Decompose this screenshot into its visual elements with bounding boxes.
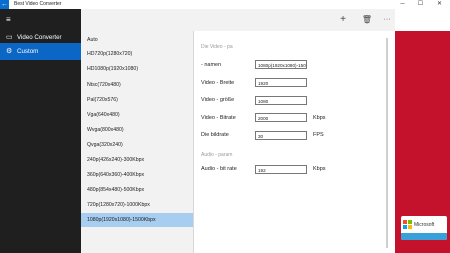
list-item[interactable]: Ntsc(720x480) [81, 78, 193, 92]
list-item[interactable]: 480p(854x480)-500Kbpx [81, 183, 193, 197]
list-item[interactable]: HD1080p(1920x1080) [81, 62, 193, 76]
list-item[interactable]: 720p(1280x720)-1000Kbpx [81, 198, 193, 212]
audio-bitrate-field[interactable]: 192 [255, 165, 307, 174]
command-bar: + 🗑 ··· [81, 9, 395, 31]
sidebar-item-label: Custom [17, 48, 39, 55]
audio-section-header: Audio - param [201, 152, 233, 158]
microsoft-card: Microsoft [401, 216, 447, 240]
video-section-header: Die Video - pa [201, 44, 233, 50]
list-item[interactable]: Vga(640x480) [81, 108, 193, 122]
bitrate-field[interactable]: 2000 [255, 113, 307, 122]
settings-panel: Die Video - pa - namen 1080p(1920x1080)-… [194, 31, 395, 253]
list-item[interactable]: Wvga(800x480) [81, 123, 193, 137]
list-item[interactable]: Qvga(320x240) [81, 138, 193, 152]
framerate-unit: FPS [313, 132, 324, 138]
height-label: Video - größe [201, 97, 235, 103]
more-options-icon[interactable]: ··· [379, 12, 395, 28]
bitrate-label: Video - Bitrate [201, 115, 236, 121]
sidebar-item-custom[interactable]: ⚙ Custom [0, 43, 81, 60]
gear-icon: ⚙ [6, 48, 13, 55]
list-item[interactable]: Pal(720x576) [81, 93, 193, 107]
minimize-button[interactable]: ─ [394, 0, 411, 9]
back-button[interactable]: ← [0, 0, 9, 9]
list-item[interactable]: HD720p(1280x720) [81, 47, 193, 61]
list-item[interactable]: 360p(640x360)-400Kbpx [81, 168, 193, 182]
list-item[interactable]: 240p(426x240)-300Kbpx [81, 153, 193, 167]
sidebar: ≡ ▭ Video Converter ⚙ Custom [0, 9, 81, 253]
delete-icon[interactable]: 🗑 [359, 12, 375, 28]
framerate-field[interactable]: 30 [255, 131, 307, 140]
name-field[interactable]: 1080p(1920x1080)-150 [255, 60, 307, 69]
brand-label: Microsoft [414, 222, 435, 228]
maximize-button[interactable]: ☐ [412, 0, 429, 9]
window-title: Best Video Converter [14, 1, 62, 7]
add-icon[interactable]: + [335, 12, 351, 28]
title-bar: ← Best Video Converter ─ ☐ ✕ [0, 0, 450, 9]
name-label: - namen [201, 62, 222, 68]
preset-list: Auto HD720p(1280x720) HD1080p(1920x1080)… [81, 31, 193, 253]
bitrate-unit: Kbps [313, 115, 326, 121]
scrollbar[interactable] [386, 38, 388, 248]
width-label: Video - Breite [201, 80, 235, 86]
ad-banner[interactable]: Microsoft [395, 31, 450, 253]
list-item-selected[interactable]: 1080p(1920x1080)-1500Kbpx [81, 213, 193, 227]
list-item[interactable]: Auto [81, 33, 193, 47]
framerate-label: Die bildrate [201, 132, 229, 138]
close-button[interactable]: ✕ [431, 0, 448, 9]
card-stripe [401, 233, 447, 240]
hamburger-menu-icon[interactable]: ≡ [6, 15, 11, 24]
height-field[interactable]: 1080 [255, 96, 307, 105]
width-field[interactable]: 1920 [255, 78, 307, 87]
audio-bitrate-unit: Kbps [313, 166, 326, 172]
audio-bitrate-label: Audio - bit rate [201, 166, 237, 172]
